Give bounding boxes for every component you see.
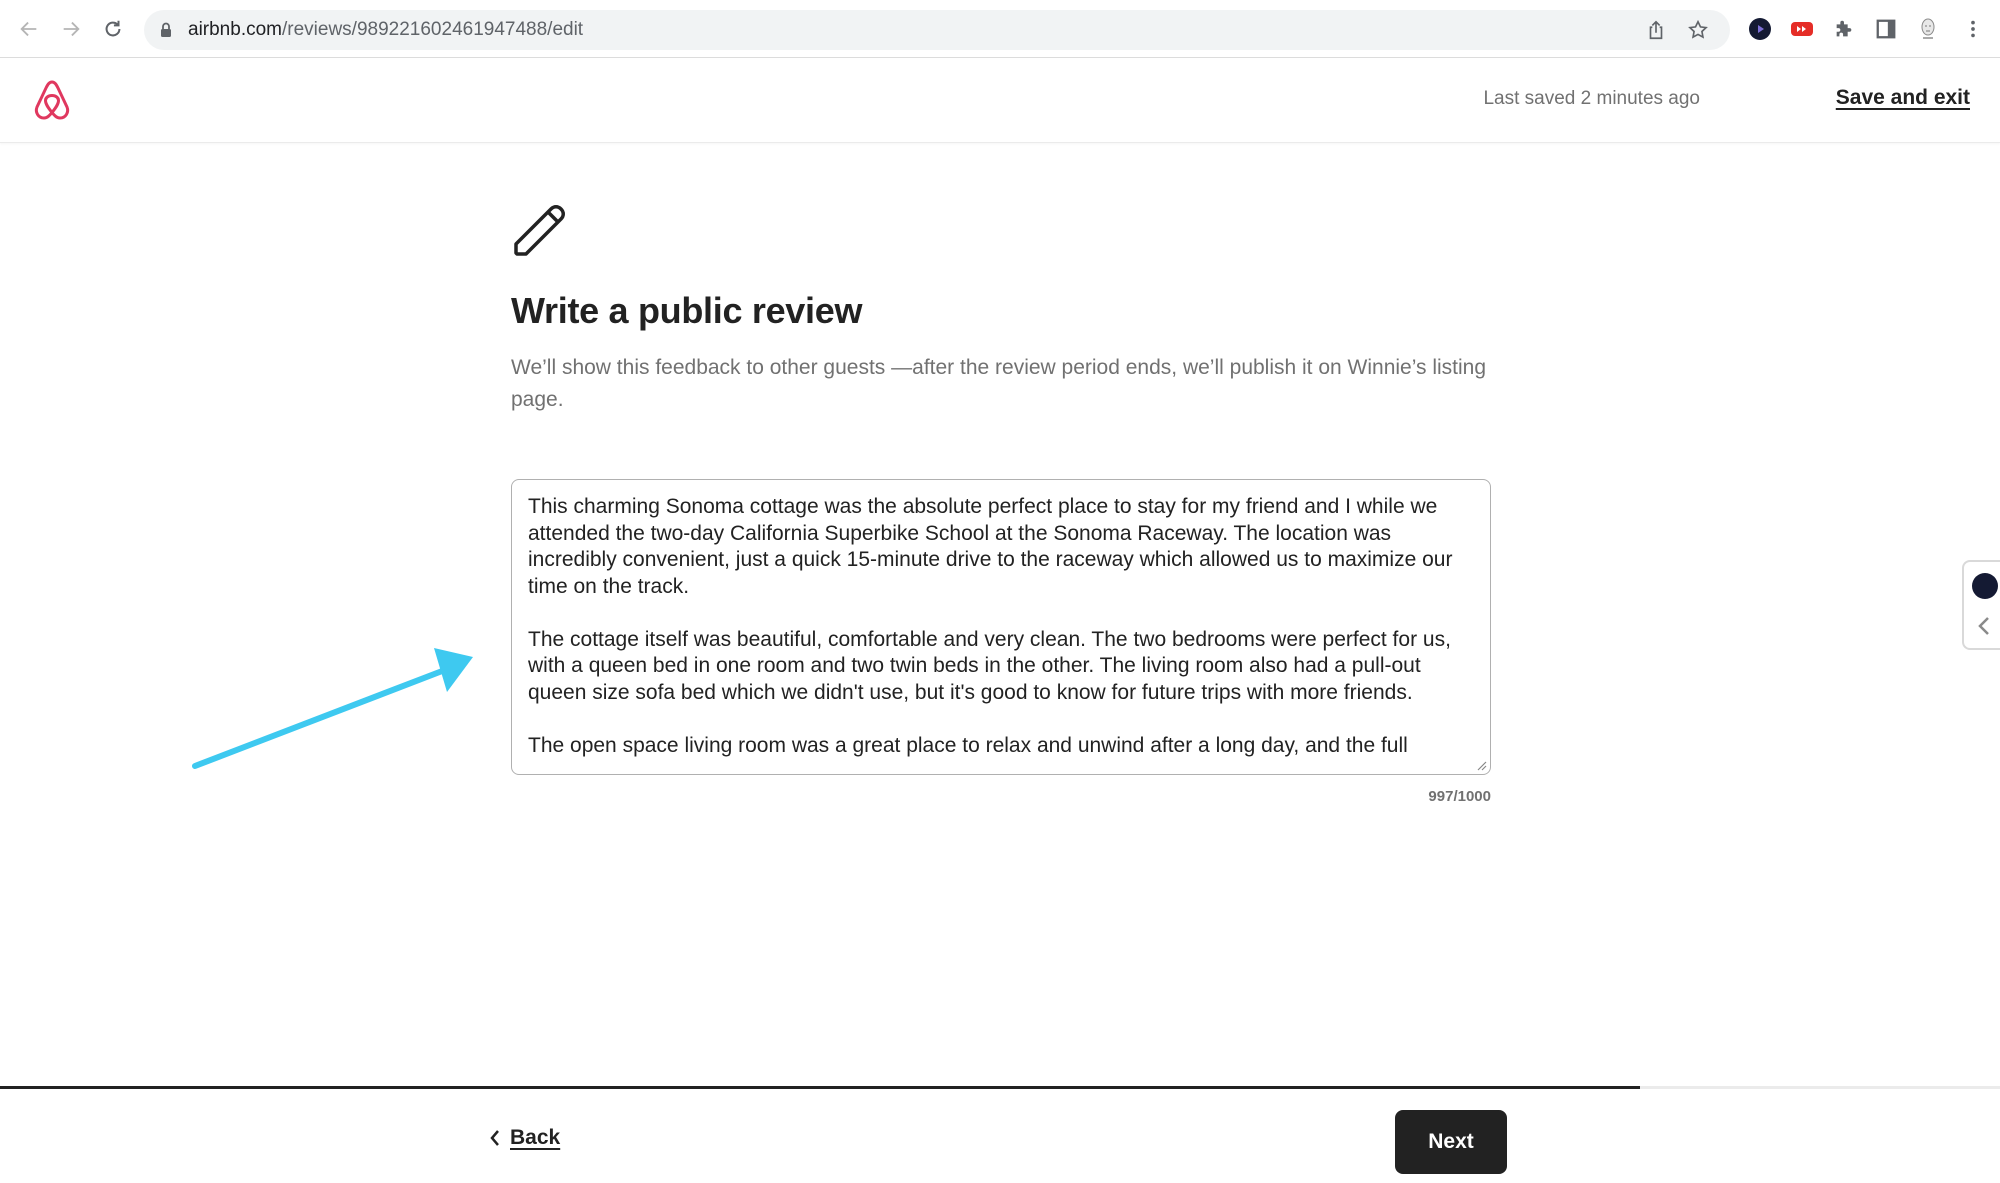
resize-handle-icon[interactable]: [1475, 759, 1487, 771]
side-panel-icon[interactable]: [1871, 14, 1901, 44]
chevron-left-icon: [490, 1130, 499, 1146]
page-title: Write a public review: [511, 290, 863, 331]
airbnb-logo-icon[interactable]: [32, 78, 72, 122]
more-menu-icon[interactable]: [1958, 14, 1988, 44]
extension-youtube-icon[interactable]: [1787, 14, 1817, 44]
forward-arrow-icon[interactable]: [56, 14, 86, 44]
back-arrow-icon[interactable]: [14, 14, 44, 44]
annotation-arrow: [192, 648, 473, 769]
page-subtitle: We’ll show this feedback to other guests…: [511, 356, 1487, 411]
chevron-left-icon[interactable]: [1974, 614, 1994, 638]
browser-toolbar: airbnb.com/reviews/989221602461947488/ed…: [0, 0, 2000, 58]
character-count: 997/1000: [1428, 788, 1491, 805]
next-button[interactable]: Next: [1395, 1110, 1507, 1174]
extensions-puzzle-icon[interactable]: [1829, 14, 1859, 44]
pencil-icon: [514, 205, 565, 256]
annotation-arrow-shaft: [192, 665, 453, 769]
profile-avatar[interactable]: [1913, 14, 1943, 44]
save-and-exit-button[interactable]: Save and exit: [1836, 86, 1970, 110]
extension-play-icon[interactable]: [1972, 573, 1998, 599]
extension-play-icon[interactable]: [1745, 14, 1775, 44]
side-panel-tab[interactable]: [1962, 560, 2000, 650]
back-button[interactable]: Back: [488, 1126, 560, 1150]
url-text[interactable]: airbnb.com/reviews/989221602461947488/ed…: [188, 19, 583, 41]
progress-bar: [0, 1086, 2000, 1089]
review-textarea[interactable]: [512, 480, 1490, 774]
last-saved-status: Last saved 2 minutes ago: [1483, 88, 1700, 109]
review-textarea-container: [511, 479, 1491, 775]
progress-bar-fill: [0, 1086, 1640, 1089]
app-header: Last saved 2 minutes ago Save and exit: [0, 58, 2000, 143]
reload-icon[interactable]: [98, 14, 128, 44]
back-label: Back: [510, 1126, 561, 1149]
address-bar[interactable]: airbnb.com/reviews/989221602461947488/ed…: [144, 10, 1730, 50]
share-icon[interactable]: [1644, 18, 1668, 42]
lock-icon: [161, 22, 171, 37]
bookmark-star-icon[interactable]: [1686, 18, 1710, 42]
